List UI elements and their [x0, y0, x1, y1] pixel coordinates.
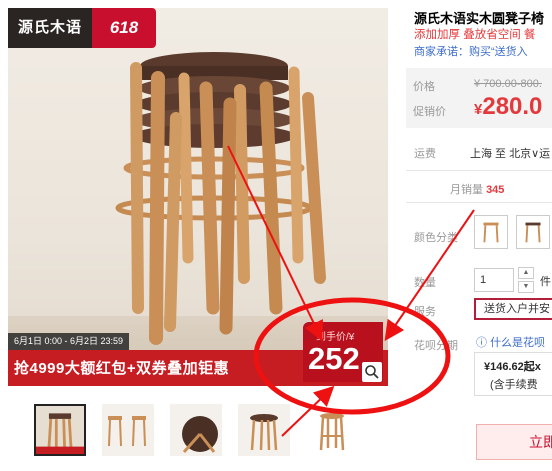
- monthly-sales-label: 月销量: [450, 184, 483, 196]
- divider: [406, 170, 552, 171]
- sale-price-value: 280.0: [482, 93, 543, 120]
- list-price: ¥ 700.00-800.: [474, 78, 542, 90]
- thumbnail-5[interactable]: [306, 404, 358, 456]
- quantity-input[interactable]: 1: [474, 268, 514, 292]
- list-price-label: 价格: [413, 81, 435, 93]
- monthly-sales: 月销量 345: [450, 181, 504, 197]
- color-swatch-2[interactable]: [516, 215, 550, 249]
- event-618-badge: 618: [92, 8, 157, 48]
- sale-price: ¥280.0: [474, 93, 542, 121]
- brand-name: 源氏木语: [8, 8, 93, 48]
- monthly-sales-count: 345: [486, 184, 505, 196]
- installment-link-text: 什么是花呗: [490, 337, 546, 349]
- color-swatch-1[interactable]: [474, 215, 508, 249]
- quantity-unit: 件: [540, 276, 551, 288]
- service-option-button[interactable]: 送货入户并安: [474, 298, 552, 320]
- final-price-value: 252: [308, 341, 360, 376]
- brand-badge: 源氏木语 618: [8, 8, 157, 48]
- buy-now-button[interactable]: 立即: [476, 424, 552, 460]
- installment-label: 花呗分期: [414, 340, 458, 352]
- sale-price-label: 促销价: [413, 106, 446, 118]
- installment-fee-note: (含手续费: [490, 379, 538, 391]
- info-circle-icon: ⓘ: [476, 337, 487, 349]
- installment-info-link[interactable]: ⓘ 什么是花呗: [476, 334, 545, 350]
- color-label: 颜色分类: [414, 232, 458, 244]
- product-subtitle: 添加加厚 叠放省空间 餐: [414, 29, 536, 41]
- promo-date-range: 6月1日 0:00 - 6月2日 23:59: [8, 333, 130, 350]
- thumbnail-3[interactable]: [170, 404, 222, 456]
- installment-amount: ¥146.62起x: [484, 361, 541, 373]
- thumbnail-strip: [34, 404, 364, 460]
- promo-banner-text: 抢4999大额红包+双券叠加钜惠: [14, 360, 230, 377]
- divider: [406, 202, 552, 203]
- merchant-promise-link[interactable]: 商家承诺：购买“送货入: [414, 43, 552, 59]
- arrow-up-icon[interactable]: ▲: [518, 267, 534, 279]
- quantity-label: 数量: [414, 277, 436, 289]
- product-info-panel: 源氏木语实木圆凳子椅 添加加厚 叠放省空间 餐 商家承诺：购买“送货入 价格 ¥…: [406, 0, 552, 471]
- thumbnail-2[interactable]: [102, 404, 154, 456]
- shipping-label: 运费: [414, 148, 436, 160]
- thumbnail-4[interactable]: [238, 404, 290, 456]
- thumbnail-1[interactable]: [34, 404, 86, 456]
- zoom-icon[interactable]: [362, 362, 382, 382]
- service-label: 服务: [414, 306, 436, 318]
- arrow-down-icon[interactable]: ▼: [518, 281, 534, 293]
- shipping-route-select[interactable]: 上海 至 北京∨运: [470, 145, 550, 161]
- product-title: 源氏木语实木圆凳子椅: [414, 11, 545, 26]
